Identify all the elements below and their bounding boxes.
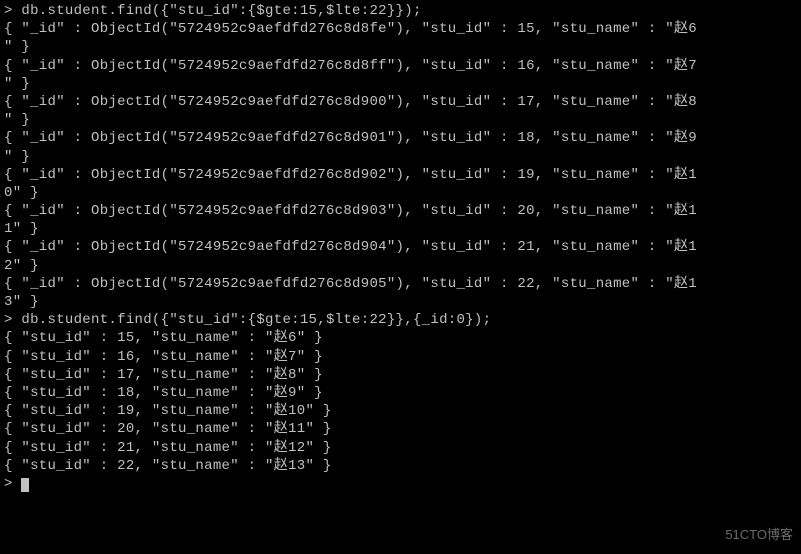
result2-row-3: { "stu_id" : 18, "stu_name" : "赵9" } bbox=[4, 384, 797, 402]
command-line-2: > db.student.find({"stu_id":{$gte:15,$lt… bbox=[4, 311, 797, 329]
command-line-1: > db.student.find({"stu_id":{$gte:15,$lt… bbox=[4, 2, 797, 20]
result1-row-3-wrap: " } bbox=[4, 148, 797, 166]
result1-row-2-wrap: " } bbox=[4, 111, 797, 129]
result1-row-5: { "_id" : ObjectId("5724952c9aefdfd276c8… bbox=[4, 202, 797, 220]
result2-row-7: { "stu_id" : 22, "stu_name" : "赵13" } bbox=[4, 457, 797, 475]
result1-row-2: { "_id" : ObjectId("5724952c9aefdfd276c8… bbox=[4, 93, 797, 111]
prompt-line[interactable]: > bbox=[4, 475, 797, 493]
result2-row-5: { "stu_id" : 20, "stu_name" : "赵11" } bbox=[4, 420, 797, 438]
result1-row-4-wrap: 0" } bbox=[4, 184, 797, 202]
result1-row-1: { "_id" : ObjectId("5724952c9aefdfd276c8… bbox=[4, 57, 797, 75]
result1-row-6-wrap: 2" } bbox=[4, 257, 797, 275]
result1-row-0: { "_id" : ObjectId("5724952c9aefdfd276c8… bbox=[4, 20, 797, 38]
result1-row-7: { "_id" : ObjectId("5724952c9aefdfd276c8… bbox=[4, 275, 797, 293]
terminal-output[interactable]: > db.student.find({"stu_id":{$gte:15,$lt… bbox=[4, 2, 797, 493]
watermark: 51CTO博客 bbox=[725, 527, 793, 544]
result2-row-2: { "stu_id" : 17, "stu_name" : "赵8" } bbox=[4, 366, 797, 384]
result1-row-6: { "_id" : ObjectId("5724952c9aefdfd276c8… bbox=[4, 238, 797, 256]
result1-row-5-wrap: 1" } bbox=[4, 220, 797, 238]
result1-row-1-wrap: " } bbox=[4, 75, 797, 93]
result2-row-0: { "stu_id" : 15, "stu_name" : "赵6" } bbox=[4, 329, 797, 347]
cursor-icon bbox=[21, 478, 29, 492]
result1-row-3: { "_id" : ObjectId("5724952c9aefdfd276c8… bbox=[4, 129, 797, 147]
result2-row-4: { "stu_id" : 19, "stu_name" : "赵10" } bbox=[4, 402, 797, 420]
result1-row-4: { "_id" : ObjectId("5724952c9aefdfd276c8… bbox=[4, 166, 797, 184]
result2-row-1: { "stu_id" : 16, "stu_name" : "赵7" } bbox=[4, 348, 797, 366]
result1-row-7-wrap: 3" } bbox=[4, 293, 797, 311]
result1-row-0-wrap: " } bbox=[4, 38, 797, 56]
result2-row-6: { "stu_id" : 21, "stu_name" : "赵12" } bbox=[4, 439, 797, 457]
